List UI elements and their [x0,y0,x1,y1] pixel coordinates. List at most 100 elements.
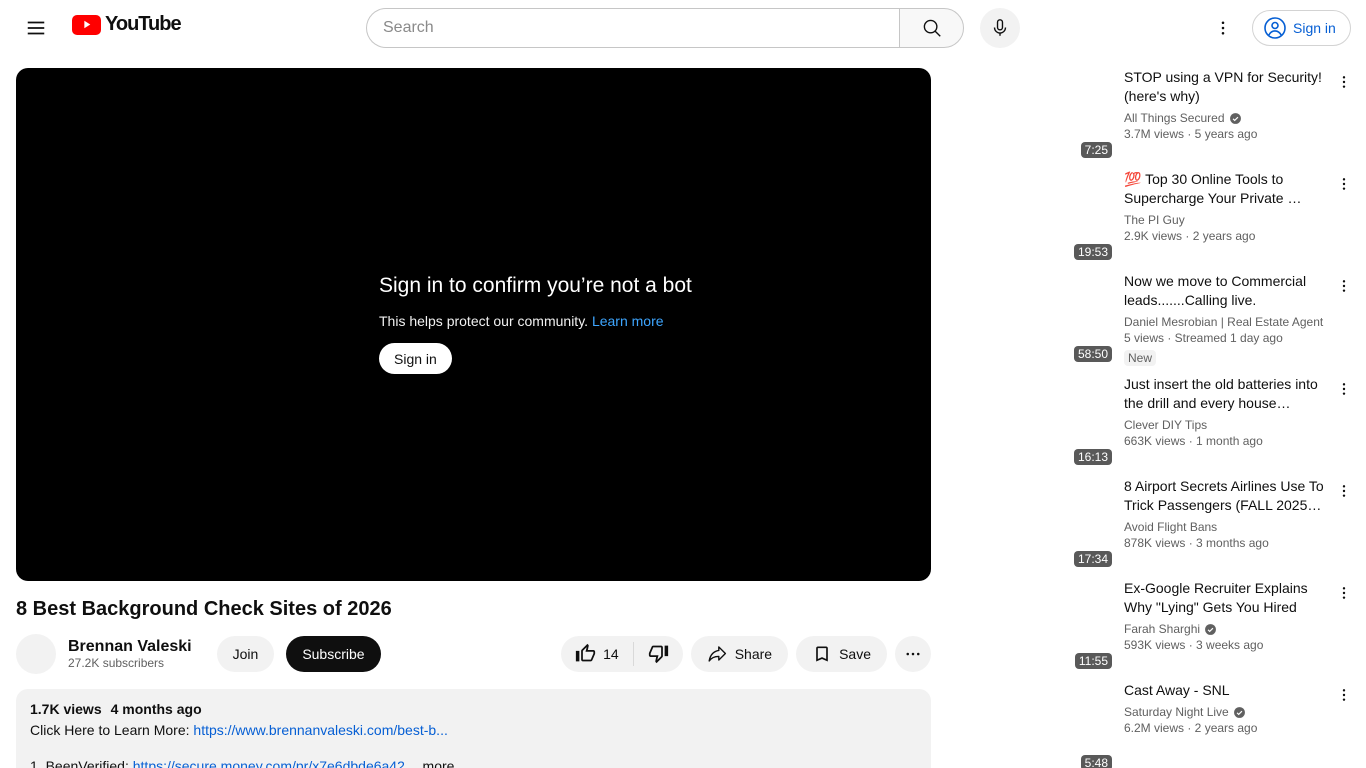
channel-avatar[interactable] [16,633,56,674]
like-count: 14 [603,645,619,662]
save-label: Save [839,645,871,662]
related-video-meta: 878K views · 3 months ago [1124,536,1269,550]
like-button[interactable]: 14 [561,636,633,672]
video-thumbnail[interactable]: 11:55 [948,579,1116,673]
video-thumbnail[interactable]: 16:13 [948,375,1116,469]
duration-badge: 16:13 [1073,449,1112,465]
related-video-item[interactable]: 7:25 STOP using a VPN for Security! (her… [948,68,1350,162]
share-button[interactable]: Share [690,635,789,672]
search-button[interactable] [899,8,964,48]
hamburger-menu-icon[interactable] [16,8,56,48]
channel-name[interactable]: Brennan Valeski [68,637,192,656]
new-badge: New [1124,350,1157,366]
related-video-title[interactable]: Just insert the old batteries into the d… [1124,375,1324,413]
description-line: 1. BeenVerified: https://secure.money.co… [30,756,917,768]
channel-name: Daniel Mesrobian | Real Estate Agent [1124,315,1324,329]
dislike-button[interactable] [634,636,683,672]
description-text: Click Here to Learn More: [30,722,194,738]
bot-check-heading: Sign in to confirm you’re not a bot [379,274,692,297]
channel-name: Avoid Flight Bans [1124,520,1218,534]
channel-name: Saturday Night Live [1124,705,1229,719]
description-box[interactable]: 1.7K views 4 months ago Click Here to Le… [16,689,931,768]
related-video-meta: 2.9K views · 2 years ago [1124,229,1256,243]
related-video-item[interactable]: 17:34 8 Airport Secrets Airlines Use To … [948,477,1350,571]
youtube-logo[interactable]: YouTube [72,13,182,36]
channel-info: Brennan Valeski 27.2K subscribers [68,637,192,671]
duration-badge: 7:25 [1080,142,1112,158]
related-video-channel[interactable]: Avoid Flight Bans [1124,519,1324,535]
duration-badge: 17:34 [1073,551,1112,567]
view-count: 1.7K views [30,701,102,717]
page-content: Sign in to confirm you’re not a bot This… [0,56,1366,768]
bot-check-subtext-text: This helps protect our community. [379,313,589,329]
thumb-down-icon [648,643,669,664]
voice-search-icon[interactable] [980,8,1020,48]
related-video-item[interactable]: 5:48 Cast Away - SNL Saturday Night Live… [948,681,1350,768]
video-options-kebab-icon[interactable] [1332,581,1356,605]
signin-button[interactable]: Sign in [1252,10,1351,46]
description-line: Click Here to Learn More: https://www.br… [30,720,917,740]
related-video-channel[interactable]: Farah Sharghi [1124,621,1324,637]
related-video-item[interactable]: 11:55 Ex-Google Recruiter Explains Why "… [948,579,1350,673]
bot-check-message: Sign in to confirm you’re not a bot This… [379,274,692,374]
bookmark-icon [812,644,832,664]
channel-name: All Things Secured [1124,111,1225,125]
related-video-channel[interactable]: Clever DIY Tips [1124,417,1324,433]
video-options-kebab-icon[interactable] [1332,683,1356,707]
video-options-kebab-icon[interactable] [1332,274,1356,298]
duration-badge: 19:53 [1073,244,1112,260]
bot-check-subtext: This helps protect our community. Learn … [379,313,692,329]
related-video-title[interactable]: Ex-Google Recruiter Explains Why "Lying"… [1124,579,1324,617]
video-thumbnail[interactable]: 58:50 [948,272,1116,366]
upload-date: 4 months ago [110,701,202,717]
video-thumbnail[interactable]: 7:25 [948,68,1116,162]
related-video-channel[interactable]: Daniel Mesrobian | Real Estate Agent [1124,314,1324,330]
description-link[interactable]: https://secure.money.com/pr/x7e6dbde6a42 [133,758,405,768]
subscribe-button[interactable]: Subscribe [286,635,381,672]
subscriber-count: 27.2K subscribers [68,655,165,670]
action-buttons: 14 Share Save [561,635,931,672]
duration-badge: 11:55 [1074,653,1112,669]
description-link[interactable]: https://www.brennanvaleski.com/best-b... [193,722,447,738]
related-video-meta: 5 views · Streamed 1 day ago [1124,331,1283,345]
settings-kebab-icon[interactable] [1203,8,1243,48]
related-video-meta: 663K views · 1 month ago [1124,434,1263,448]
video-thumbnail[interactable]: 5:48 [948,681,1116,768]
related-video-title[interactable]: STOP using a VPN for Security! (here's w… [1124,68,1324,106]
related-video-item[interactable]: 58:50 Now we move to Commercial leads...… [948,272,1350,367]
share-icon [707,643,728,664]
more-actions-icon[interactable] [895,635,931,672]
video-options-kebab-icon[interactable] [1332,377,1356,401]
save-button[interactable]: Save [796,635,887,672]
youtube-logo-text: YouTube [105,13,182,35]
verified-badge-icon [1229,112,1242,125]
related-video-item[interactable]: 19:53 💯 Top 30 Online Tools to Superchar… [948,170,1350,264]
related-video-meta: 6.2M views · 2 years ago [1124,721,1258,735]
youtube-play-icon [72,14,101,35]
related-video-channel[interactable]: All Things Secured [1124,110,1324,126]
join-button[interactable]: Join [216,635,275,672]
duration-badge: 58:50 [1073,346,1112,362]
learn-more-link[interactable]: Learn more [592,313,664,329]
video-thumbnail[interactable]: 19:53 [948,170,1116,264]
video-player[interactable]: Sign in to confirm you’re not a bot This… [16,68,931,581]
expand-description-link[interactable]: ...more [411,758,455,768]
related-video-meta: 593K views · 3 weeks ago [1124,638,1264,652]
related-video-item[interactable]: 16:13 Just insert the old batteries into… [948,375,1350,469]
owner-row: Brennan Valeski 27.2K subscribers Join S… [16,633,931,674]
related-video-title[interactable]: 💯 Top 30 Online Tools to Supercharge You… [1124,170,1324,208]
video-options-kebab-icon[interactable] [1332,479,1356,503]
related-video-title[interactable]: Cast Away - SNL [1124,681,1324,700]
related-video-channel[interactable]: The PI Guy [1124,212,1324,228]
related-video-title[interactable]: 8 Airport Secrets Airlines Use To Trick … [1124,477,1324,515]
related-video-channel[interactable]: Saturday Night Live [1124,704,1324,720]
related-video-title[interactable]: Now we move to Commercial leads.......Ca… [1124,272,1324,310]
top-app-bar: YouTube Sign in [0,0,1366,56]
verified-badge-icon [1204,623,1217,636]
video-options-kebab-icon[interactable] [1332,172,1356,196]
player-signin-button[interactable]: Sign in [379,343,452,374]
verified-badge-icon [1233,706,1246,719]
search-input[interactable] [366,8,899,48]
video-thumbnail[interactable]: 17:34 [948,477,1116,571]
video-options-kebab-icon[interactable] [1332,70,1356,94]
